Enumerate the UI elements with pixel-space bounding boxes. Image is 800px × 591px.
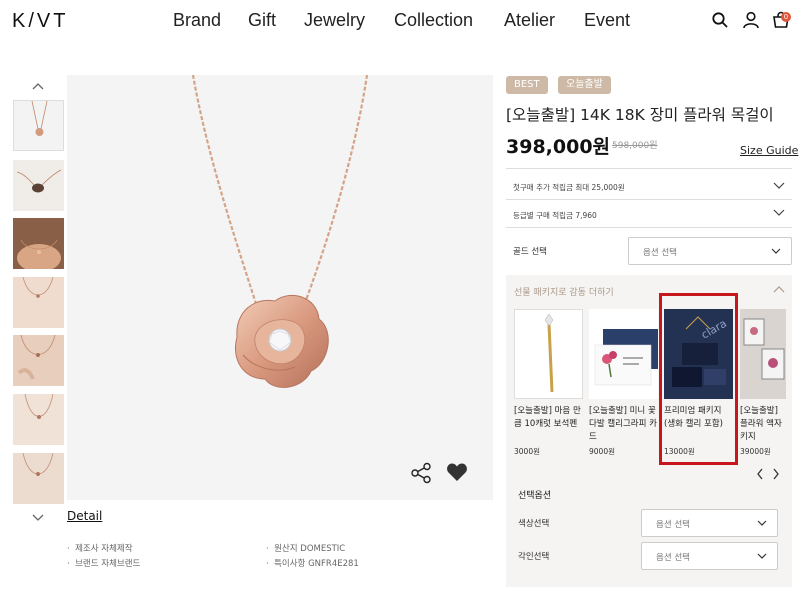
nav-collection[interactable]: Collection — [394, 10, 473, 31]
thumbnail-1[interactable] — [13, 100, 64, 151]
package-item-image-pen[interactable] — [514, 309, 583, 399]
divider — [506, 199, 792, 200]
thumbnail-2[interactable] — [13, 160, 64, 211]
selected-package-highlight — [659, 293, 738, 465]
nav-brand[interactable]: Brand — [173, 10, 221, 31]
carousel-next-icon[interactable] — [772, 468, 780, 480]
divider — [506, 227, 792, 228]
nav-gift[interactable]: Gift — [248, 10, 276, 31]
site-header: K/VT Brand Gift Jewelry Collection Ateli… — [0, 0, 800, 42]
size-guide-link[interactable]: Size Guide — [740, 144, 798, 157]
thumbnail-4[interactable] — [13, 277, 64, 328]
main-product-image — [67, 75, 493, 500]
package-item-name[interactable]: [오늘출발] 플라워 액자 키지 — [740, 405, 788, 444]
package-item-price: 3000원 — [514, 447, 540, 456]
nav-event[interactable]: Event — [584, 10, 630, 31]
engraving-select-dropdown[interactable]: 옵션 선택 — [641, 542, 778, 570]
benefit-first-purchase[interactable]: 첫구매 추가 적립금 최대 25,000원 — [513, 182, 625, 193]
info-manufacturer: · 제조사 자체제작 — [67, 544, 133, 554]
nav-atelier[interactable]: Atelier — [504, 10, 555, 31]
nav-jewelry[interactable]: Jewelry — [304, 10, 365, 31]
detail-tab[interactable]: Detail — [67, 509, 102, 523]
package-item-price: 9000원 — [589, 447, 615, 456]
chevron-down-icon — [757, 520, 767, 526]
search-icon[interactable] — [711, 11, 729, 29]
gold-select-label: 골드 선택 — [513, 247, 547, 257]
sale-price: 398,000원 — [506, 136, 611, 158]
info-notes: · 특이사항 GNFR4E281 — [266, 559, 359, 569]
gold-select-dropdown[interactable]: 옵션 선택 — [628, 237, 792, 265]
cart-count-badge: 0 — [781, 12, 791, 22]
thumbnail-down-chevron-icon[interactable] — [30, 512, 46, 524]
user-icon[interactable] — [742, 11, 760, 29]
color-select-dropdown[interactable]: 옵션 선택 — [641, 509, 778, 537]
share-icon[interactable] — [410, 462, 432, 484]
package-item-name[interactable]: [오늘출발] 마음 만큼 10캐럿 보석펜 — [514, 405, 584, 431]
chevron-down-icon[interactable] — [773, 182, 785, 190]
wishlist-heart-icon[interactable] — [446, 462, 468, 482]
package-item-name[interactable]: [오늘출발] 미니 꽃다발 캘리그라피 카드 — [589, 405, 659, 444]
chevron-down-icon — [771, 248, 781, 254]
color-select-label: 색상선택 — [518, 519, 550, 529]
thumbnail-7[interactable] — [13, 453, 64, 504]
package-title: 선물 패키지로 감동 더하기 — [514, 288, 614, 298]
product-title: [오늘출발] 14K 18K 장미 플라워 목걸이 — [506, 106, 774, 124]
package-item-image-frame[interactable] — [740, 309, 786, 399]
package-item-image-card[interactable] — [589, 309, 658, 399]
thumbnail-up-chevron-icon[interactable] — [30, 80, 46, 92]
brand-logo[interactable]: K/VT — [12, 10, 68, 33]
info-brand: · 브랜드 자체브랜드 — [67, 559, 141, 569]
badge-best: BEST — [506, 76, 548, 94]
divider — [506, 168, 792, 169]
original-price: 598,000원 — [612, 141, 658, 151]
badge-today-ship: 오늘출발 — [558, 76, 611, 94]
chevron-up-icon[interactable] — [773, 286, 785, 294]
thumbnail-5[interactable] — [13, 335, 64, 386]
package-item-price: 39000원 — [740, 447, 771, 456]
chevron-down-icon — [757, 553, 767, 559]
thumbnail-3[interactable] — [13, 218, 64, 269]
chevron-down-icon[interactable] — [773, 209, 785, 217]
carousel-prev-icon[interactable] — [756, 468, 764, 480]
info-origin: · 원산지 DOMESTIC — [266, 544, 346, 554]
thumbnail-6[interactable] — [13, 394, 64, 445]
benefit-grade-points[interactable]: 등급별 구매 적립금 7,960 — [513, 210, 597, 221]
options-title: 선택옵션 — [518, 491, 552, 501]
engraving-select-label: 각인선택 — [518, 552, 550, 562]
